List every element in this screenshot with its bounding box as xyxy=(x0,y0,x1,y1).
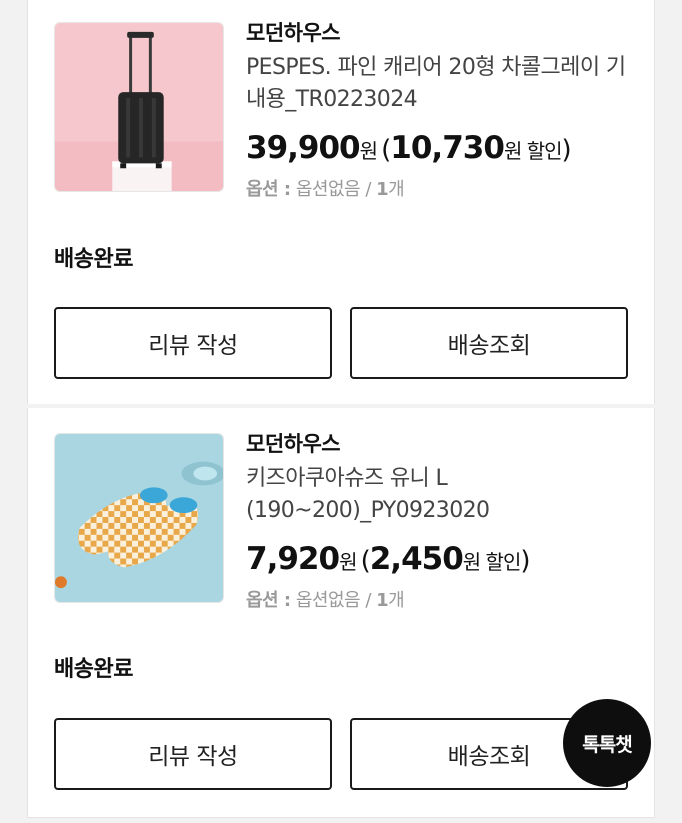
option-label: 옵션 : xyxy=(246,590,291,611)
product-image-suitcase[interactable] xyxy=(54,22,224,192)
quantity-unit: 개 xyxy=(388,179,405,200)
seller-name: 모던하우스 xyxy=(246,21,341,45)
option-row: 옵션 : 옵션없음 / 1개 xyxy=(246,586,634,616)
discount-amount: 10,730 xyxy=(390,130,505,166)
discount-unit: 원 할인 xyxy=(503,139,563,163)
delivery-status: 배송완료 xyxy=(54,247,133,272)
discount-unit: 원 할인 xyxy=(462,550,522,574)
option-label: 옵션 : xyxy=(246,179,291,200)
discount-amount: 2,450 xyxy=(369,541,464,577)
write-review-button[interactable]: 리뷰 작성 xyxy=(54,307,332,379)
paren-close: ) xyxy=(561,135,572,165)
separator: / xyxy=(365,590,371,611)
product-name[interactable]: PESPES. 파인 캐리어 20형 차콜그레이 기내용_TR0223024 xyxy=(246,52,634,116)
product-name[interactable]: 키즈아쿠아슈즈 유니 L (190~200)_PY0923020 xyxy=(246,463,634,527)
talk-chat-button[interactable]: 톡톡챗 xyxy=(563,699,651,787)
price-unit: 원 xyxy=(339,550,357,574)
product-image-aqua-shoes[interactable] xyxy=(54,433,224,603)
product-info: 모던하우스 PESPES. 파인 캐리어 20형 차콜그레이 기내용_TR022… xyxy=(246,18,634,205)
delivery-status: 배송완료 xyxy=(54,657,133,682)
price-unit: 원 xyxy=(359,139,378,163)
price-row: 7,920원 (2,450원 할인) xyxy=(246,539,634,584)
option-row: 옵션 : 옵션없음 / 1개 xyxy=(246,175,634,205)
option-value: 옵션없음 xyxy=(295,179,361,200)
paren-open: ( xyxy=(360,546,371,576)
option-value: 옵션없음 xyxy=(295,590,361,611)
price: 7,920 xyxy=(246,541,340,577)
quantity: 1 xyxy=(376,179,389,200)
paren-close: ) xyxy=(520,546,530,576)
order-card: 모던하우스 키즈아쿠아슈즈 유니 L (190~200)_PY0923020 7… xyxy=(27,408,655,818)
order-card: 모던하우스 PESPES. 파인 캐리어 20형 차콜그레이 기내용_TR022… xyxy=(27,0,655,404)
separator: / xyxy=(365,179,371,200)
price-row: 39,900원 (10,730원 할인) xyxy=(246,128,634,173)
price: 39,900 xyxy=(246,130,361,166)
quantity: 1 xyxy=(376,590,389,611)
seller-name: 모던하우스 xyxy=(246,432,341,456)
product-info: 모던하우스 키즈아쿠아슈즈 유니 L (190~200)_PY0923020 7… xyxy=(246,429,634,616)
track-delivery-button[interactable]: 배송조회 xyxy=(350,307,628,379)
paren-open: ( xyxy=(381,135,391,165)
write-review-button[interactable]: 리뷰 작성 xyxy=(54,718,332,790)
quantity-unit: 개 xyxy=(388,590,405,611)
